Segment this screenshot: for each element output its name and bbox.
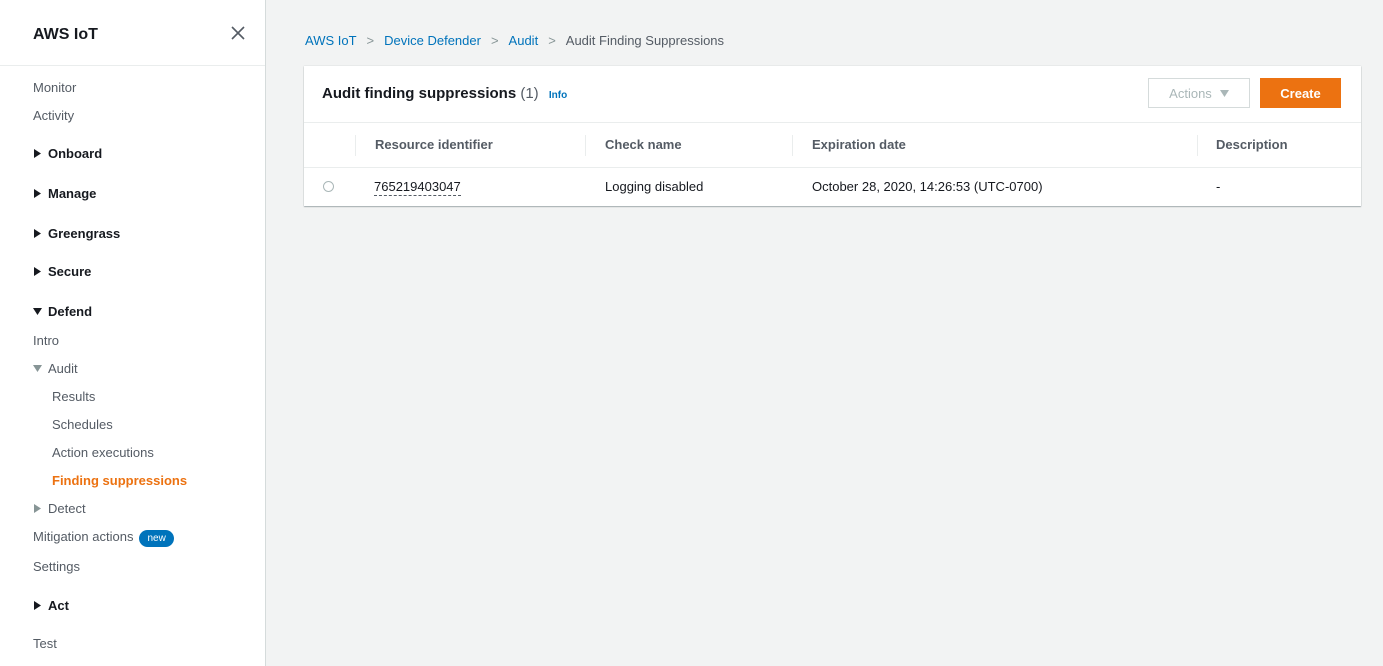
description-cell: - bbox=[1216, 179, 1221, 194]
sidebar-item-label: Mitigation actions bbox=[33, 529, 134, 544]
sidebar-section-onboard[interactable]: Onboard bbox=[33, 146, 102, 161]
sidebar-item-schedules[interactable]: Schedules bbox=[52, 417, 113, 432]
table-header: Resource identifier Check name Expiratio… bbox=[304, 123, 1361, 168]
expiration-date-cell: October 28, 2020, 14:26:53 (UTC-0700) bbox=[812, 179, 1043, 194]
sidebar-section-manage[interactable]: Manage bbox=[33, 186, 96, 201]
dropdown-triangle-icon bbox=[1219, 89, 1229, 97]
sidebar-item-detect[interactable]: Detect bbox=[33, 501, 86, 516]
sidebar-section-label: Defend bbox=[48, 304, 93, 319]
sidebar-item-action-executions[interactable]: Action executions bbox=[52, 445, 154, 460]
close-icon[interactable] bbox=[229, 24, 247, 42]
caret-right-icon bbox=[33, 149, 42, 158]
sidebar-section-label: Onboard bbox=[48, 146, 103, 161]
sidebar-item-results[interactable]: Results bbox=[52, 389, 95, 404]
sidebar-item-mitigation-actions[interactable]: Mitigation actions new bbox=[33, 529, 174, 547]
caret-right-icon bbox=[33, 189, 42, 198]
sidebar-section-defend[interactable]: Defend bbox=[33, 304, 92, 319]
sidebar-section-label: Secure bbox=[48, 264, 92, 279]
sidebar-section-greengrass[interactable]: Greengrass bbox=[33, 226, 120, 241]
breadcrumb-link-audit[interactable]: Audit bbox=[509, 33, 539, 48]
caret-down-icon bbox=[33, 364, 42, 373]
chevron-right-icon: > bbox=[548, 33, 556, 48]
caret-down-icon bbox=[33, 307, 42, 316]
resource-identifier-cell[interactable]: 765219403047 bbox=[374, 179, 461, 196]
breadcrumb-link-device-defender[interactable]: Device Defender bbox=[384, 33, 481, 48]
breadcrumb-current: Audit Finding Suppressions bbox=[565, 33, 725, 48]
new-badge: new bbox=[139, 530, 174, 547]
sidebar-section-label: Greengrass bbox=[48, 226, 121, 241]
panel-title: Audit finding suppressions (1) Info bbox=[322, 85, 567, 102]
sidebar-item-test[interactable]: Test bbox=[33, 636, 57, 651]
sidebar-item-audit[interactable]: Audit bbox=[33, 361, 78, 376]
sidebar-title: AWS IoT bbox=[33, 26, 98, 43]
table-row[interactable]: 765219403047 Logging disabled October 28… bbox=[304, 168, 1361, 205]
column-divider bbox=[355, 135, 356, 156]
sidebar-item-intro[interactable]: Intro bbox=[33, 333, 59, 348]
info-link[interactable]: Info bbox=[549, 90, 567, 101]
breadcrumb-link-aws-iot[interactable]: AWS IoT bbox=[305, 33, 357, 48]
sidebar-item-settings[interactable]: Settings bbox=[33, 559, 80, 574]
sidebar-item-label: Audit bbox=[48, 361, 78, 376]
column-divider bbox=[1197, 135, 1198, 156]
sidebar-section-act[interactable]: Act bbox=[33, 598, 69, 613]
sidebar: AWS IoT Monitor Activity Onboard Manage … bbox=[0, 0, 266, 666]
actions-button[interactable]: Actions bbox=[1148, 78, 1250, 108]
sidebar-header: AWS IoT bbox=[0, 0, 265, 66]
sidebar-item-activity[interactable]: Activity bbox=[33, 108, 74, 123]
panel-title-text: Audit finding suppressions bbox=[322, 85, 517, 102]
panel-count: (1) bbox=[520, 85, 539, 102]
chevron-right-icon: > bbox=[366, 33, 375, 48]
column-header-check-name[interactable]: Check name bbox=[605, 137, 682, 152]
caret-right-icon bbox=[33, 601, 42, 610]
column-divider bbox=[792, 135, 793, 156]
actions-button-label: Actions bbox=[1169, 85, 1212, 101]
caret-right-icon bbox=[33, 504, 42, 513]
sidebar-section-label: Manage bbox=[48, 186, 97, 201]
caret-right-icon bbox=[33, 229, 42, 238]
breadcrumb: AWS IoT > Device Defender > Audit > Audi… bbox=[305, 33, 724, 48]
sidebar-section-secure[interactable]: Secure bbox=[33, 264, 91, 279]
sidebar-item-monitor[interactable]: Monitor bbox=[33, 80, 76, 95]
column-divider bbox=[585, 135, 586, 156]
chevron-right-icon: > bbox=[490, 33, 499, 48]
check-name-cell: Logging disabled bbox=[605, 179, 704, 194]
column-header-description[interactable]: Description bbox=[1216, 137, 1288, 152]
suppressions-panel: Audit finding suppressions (1) Info Acti… bbox=[304, 66, 1361, 206]
column-header-expiration-date[interactable]: Expiration date bbox=[812, 137, 906, 152]
caret-right-icon bbox=[33, 267, 42, 276]
sidebar-item-label: Detect bbox=[48, 501, 86, 516]
create-button[interactable]: Create bbox=[1260, 78, 1341, 108]
panel-header: Audit finding suppressions (1) Info Acti… bbox=[304, 66, 1361, 123]
row-select-radio[interactable] bbox=[323, 181, 334, 192]
column-header-resource-identifier[interactable]: Resource identifier bbox=[375, 137, 493, 152]
sidebar-section-label: Act bbox=[48, 598, 69, 613]
sidebar-item-finding-suppressions[interactable]: Finding suppressions bbox=[52, 473, 187, 488]
